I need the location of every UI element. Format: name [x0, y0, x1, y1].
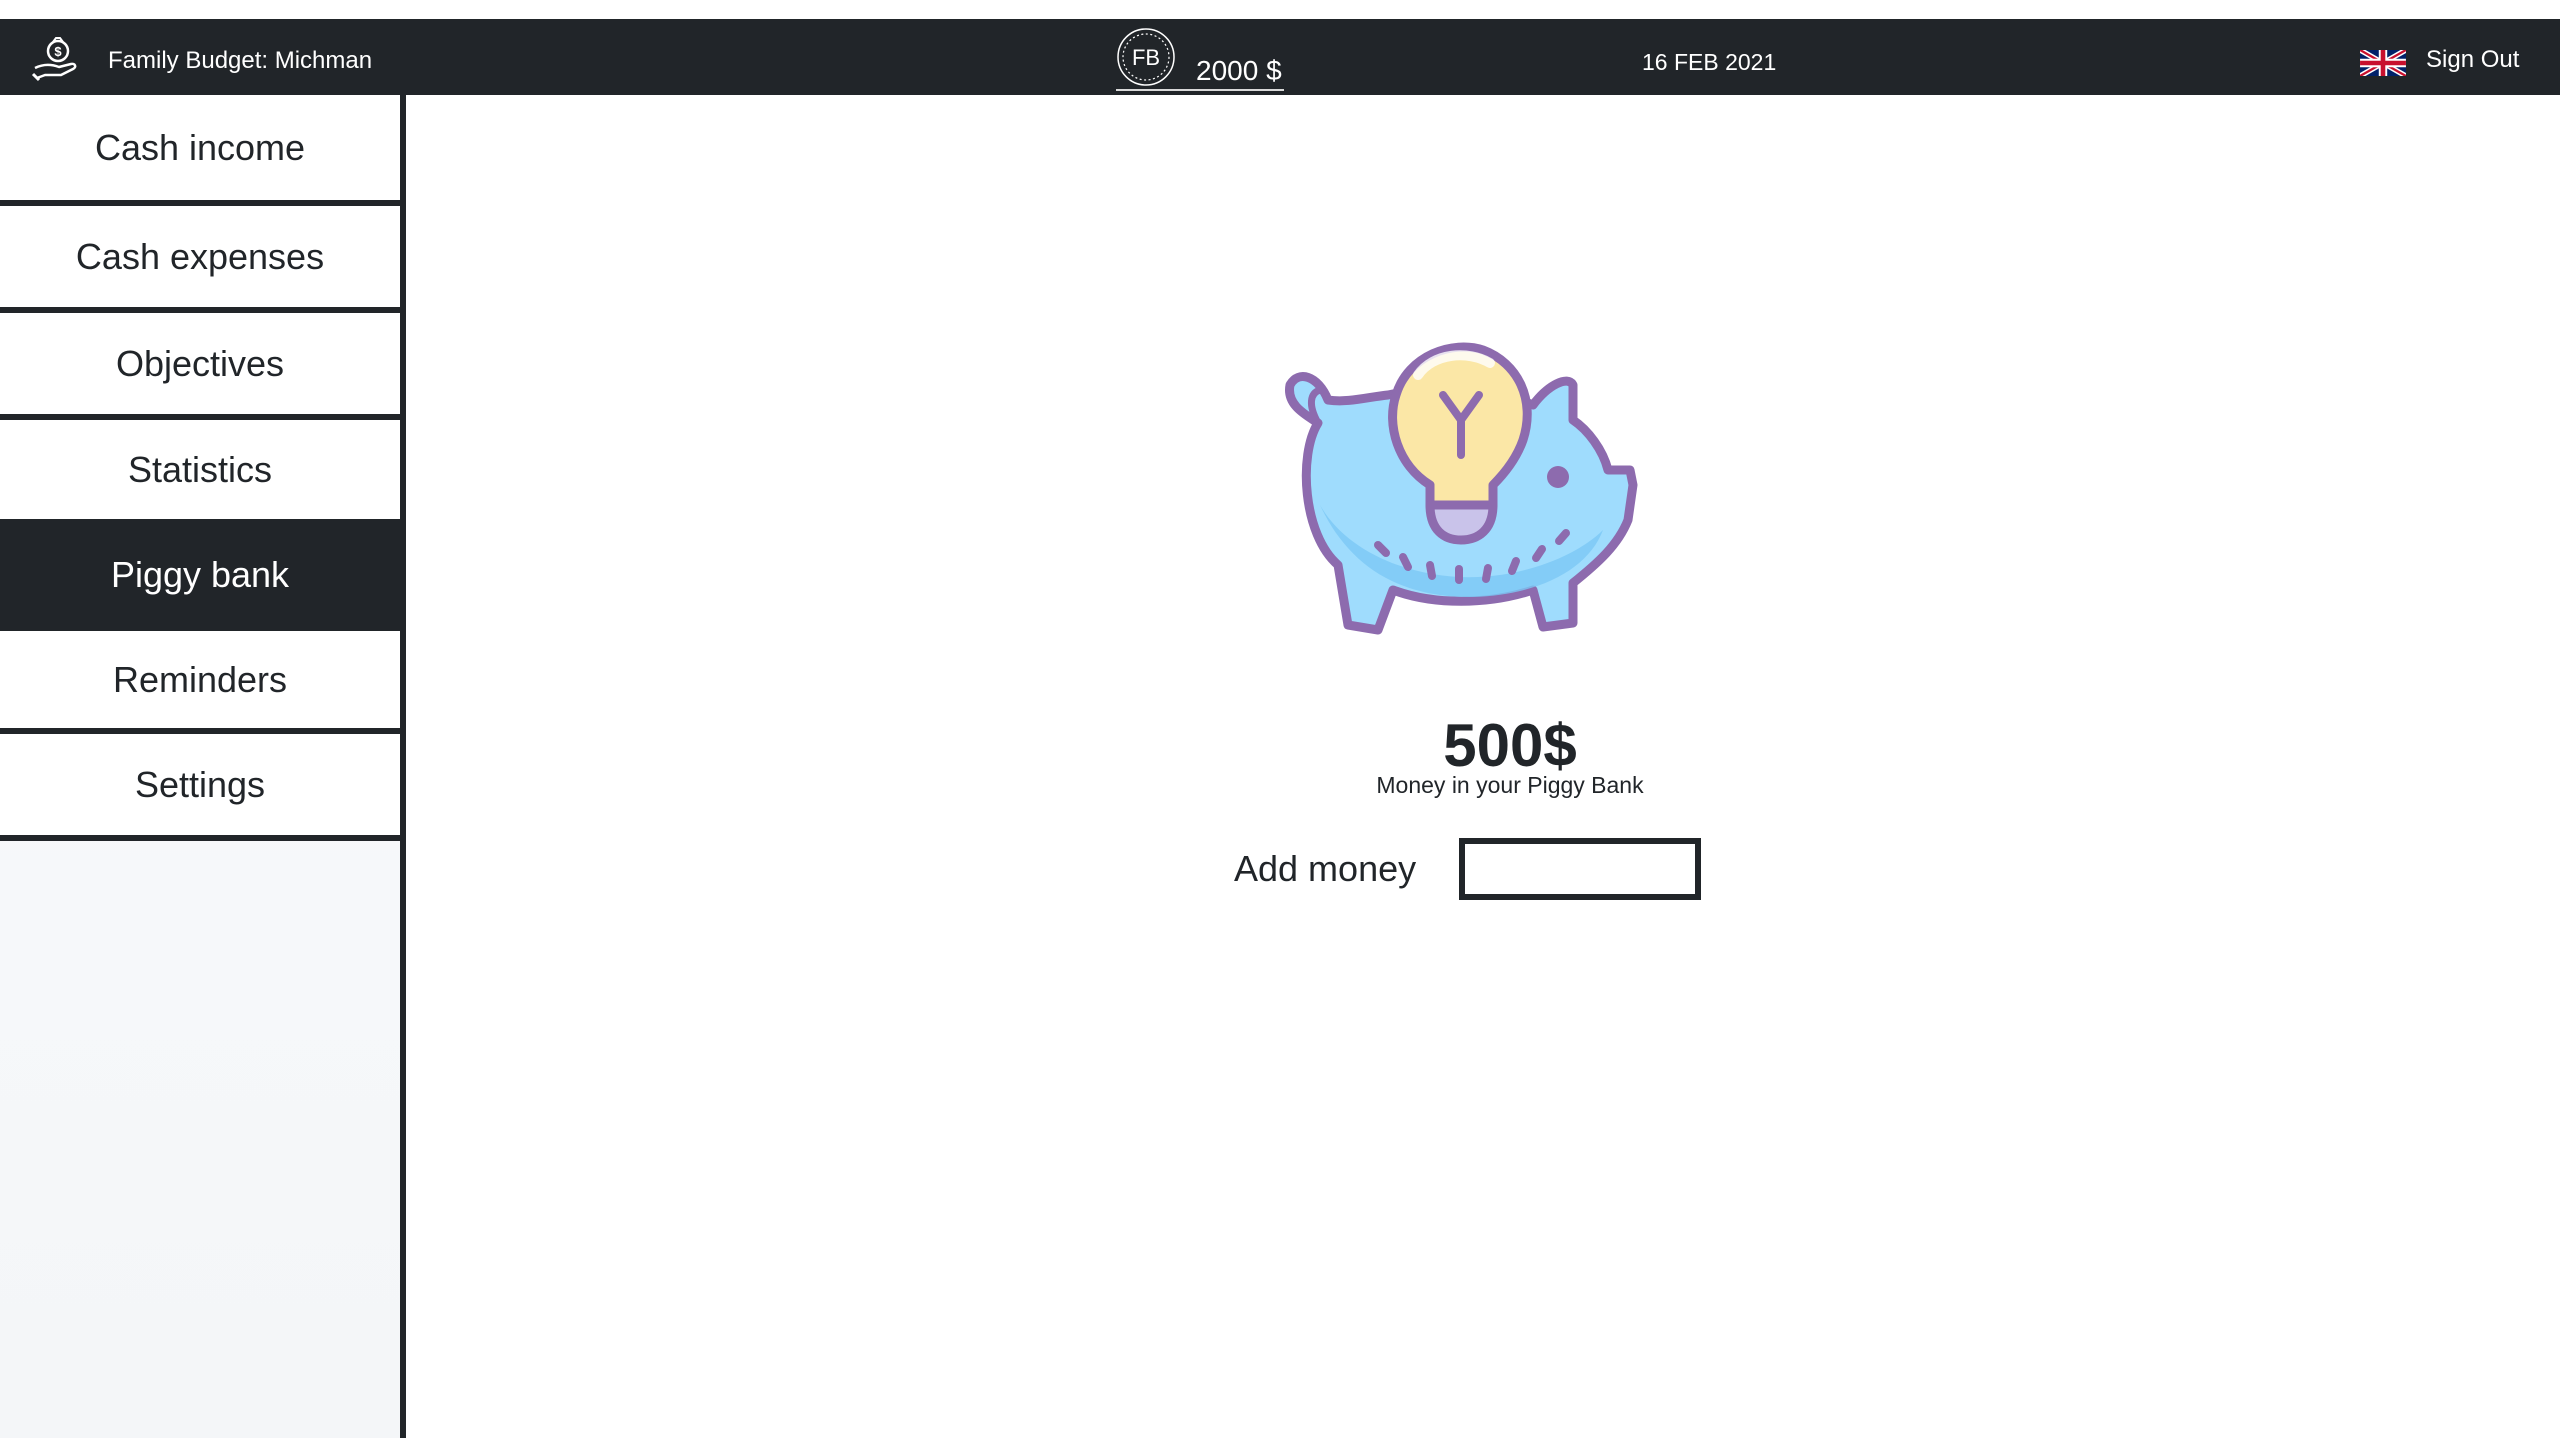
top-strip — [0, 0, 2560, 19]
add-money-input[interactable] — [1459, 838, 1701, 900]
balance-amount: 2000 $ — [1196, 55, 1282, 86]
piggy-bank-amount: 500$ — [1443, 712, 1577, 779]
sidebar-item-piggy-bank[interactable]: Piggy bank — [0, 525, 400, 631]
sidebar-item-label: Cash income — [94, 126, 306, 168]
balance-display: FB 2000 $ — [1116, 25, 1284, 91]
sidebar-item-statistics[interactable]: Statistics — [0, 420, 400, 525]
app-title: Family Budget: Michman — [108, 47, 373, 74]
svg-text:$: $ — [54, 44, 62, 59]
sidebar-item-reminders[interactable]: Reminders — [0, 631, 400, 734]
piggy-bank-lightbulb-icon — [1268, 305, 1678, 675]
sidebar-item-label: Cash expenses — [75, 235, 325, 277]
sidebar-item-cash-income[interactable]: Cash income — [0, 95, 400, 206]
current-date: 16 FEB 2021 — [1642, 49, 1777, 75]
top-bar: $ Family Budget: Michman FB 2000 $ 16 FE… — [0, 19, 2560, 95]
sidebar-item-cash-expenses[interactable]: Cash expenses — [0, 206, 400, 313]
sidebar: Cash income Cash expenses Objectives Sta… — [0, 95, 406, 1440]
sidebar-item-settings[interactable]: Settings — [0, 734, 400, 841]
sidebar-item-label: Settings — [134, 763, 266, 805]
fb-badge-text: FB — [1132, 45, 1160, 70]
money-bag-hand-icon[interactable]: $ — [31, 34, 81, 84]
uk-flag-icon[interactable] — [2358, 47, 2408, 79]
sidebar-item-label: Statistics — [127, 448, 273, 490]
sign-out-link[interactable]: Sign Out — [2426, 46, 2519, 74]
sidebar-item-label: Reminders — [112, 658, 288, 700]
sidebar-item-objectives[interactable]: Objectives — [0, 313, 400, 420]
add-money-label: Add money — [1234, 848, 1417, 889]
piggy-bank-panel: 500$ Money in your Piggy Bank Add money — [406, 95, 2560, 1440]
sidebar-item-label: Piggy bank — [110, 554, 290, 595]
piggy-bank-caption: Money in your Piggy Bank — [1376, 772, 1644, 798]
fb-coin-icon: FB — [1116, 27, 1176, 87]
sidebar-item-label: Objectives — [115, 342, 285, 384]
